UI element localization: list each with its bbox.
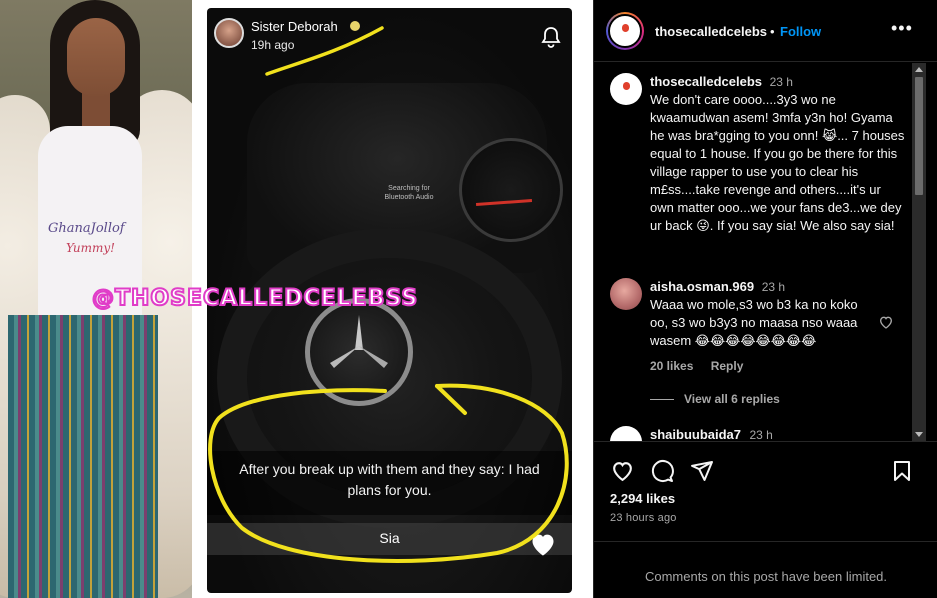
like-heart-icon[interactable] [610,459,635,482]
comments-scrollbar[interactable] [912,63,926,441]
verified-badge-icon [350,21,360,31]
dashboard-screen-text: Searching for Bluetooth Audio [384,185,434,201]
striped-skirt [8,315,158,598]
commenter-avatar-2[interactable] [610,426,642,441]
caption-text: We don't care oooo....3y3 wo ne kwaamudw… [650,92,905,233]
post-likes[interactable]: 2,294 likes [610,491,675,506]
comment-item-2: shaibuubaida7 23 h [650,426,908,441]
comment-meta: 20 likes Reply [650,359,757,373]
comment-item: aisha.osman.969 23 h Waaa wo mole,s3 wo … [650,278,876,350]
story-reply: Sia [379,530,400,546]
commenter-avatar[interactable] [610,278,642,310]
comments-list[interactable]: thosecalledcelebs 23 h We don't care ooo… [594,63,924,441]
post-actions: 2,294 likes 23 hours ago [594,441,937,541]
comment-likes[interactable]: 20 likes [650,359,693,373]
mercedes-star-icon [330,315,388,368]
comment-icon[interactable] [650,459,674,483]
scroll-down-arrow-icon[interactable] [915,432,923,437]
scroll-up-arrow-icon[interactable] [915,67,923,72]
account-avatar[interactable] [606,12,644,50]
comments-limited-notice: Comments on this post have been limited. [644,569,888,584]
caption-time[interactable]: 23 h [770,75,793,89]
caption-username[interactable]: thosecalledcelebs [650,74,762,89]
story-caption: After you break up with them and they sa… [239,461,540,498]
view-replies-button[interactable]: View all 6 replies [650,392,780,406]
comment-username[interactable]: aisha.osman.969 [650,279,754,294]
post-media[interactable]: GhanaJollof Yummy! Searching for Bluetoo… [0,0,593,598]
bell-icon [541,27,561,48]
replies-line [650,399,674,401]
neck [82,90,110,130]
comment-username-2[interactable]: shaibuubaida7 [650,427,741,441]
more-options-icon[interactable]: ••• [891,18,913,39]
caption-avatar[interactable] [610,73,642,105]
story-time: 19h ago [251,38,295,52]
car-logo [305,298,413,406]
view-replies-label: View all 6 replies [684,392,780,406]
account-username[interactable]: thosecalledcelebs [655,24,767,39]
post-header: thosecalledcelebs • Follow ••• [594,0,937,62]
story-author: Sister Deborah [251,19,338,34]
post-time[interactable]: 23 hours ago [610,512,677,524]
save-bookmark-icon[interactable] [892,459,912,483]
comment-text: Waaa wo mole,s3 wo b3 ka no koko oo, s3 … [650,297,858,348]
caption-comment: thosecalledcelebs 23 h We don't care ooo… [650,73,908,235]
comment-time-2[interactable]: 23 h [749,428,772,441]
comment-time[interactable]: 23 h [762,280,785,294]
face [67,18,125,96]
scroll-thumb[interactable] [915,77,923,195]
shirt-text-line2: Yummy! [66,241,115,255]
heart-icon [532,534,554,556]
story-avatar [214,18,244,48]
speedometer-gauge [459,138,563,242]
share-icon[interactable] [690,459,714,483]
header-separator: • [770,24,775,39]
watermark: @THOSECALLEDCELEBSS [91,285,419,312]
comment-reply-button[interactable]: Reply [711,359,744,373]
follow-button[interactable]: Follow [780,24,821,39]
comment-footer: Comments on this post have been limited. [594,541,937,598]
shirt-text-line1: GhanaJollof [48,221,125,236]
story-header: Sister Deborah 19h ago [207,8,572,68]
comment-like-icon[interactable] [878,314,894,330]
post-sidebar: thosecalledcelebs • Follow ••• thosecall… [593,0,937,598]
